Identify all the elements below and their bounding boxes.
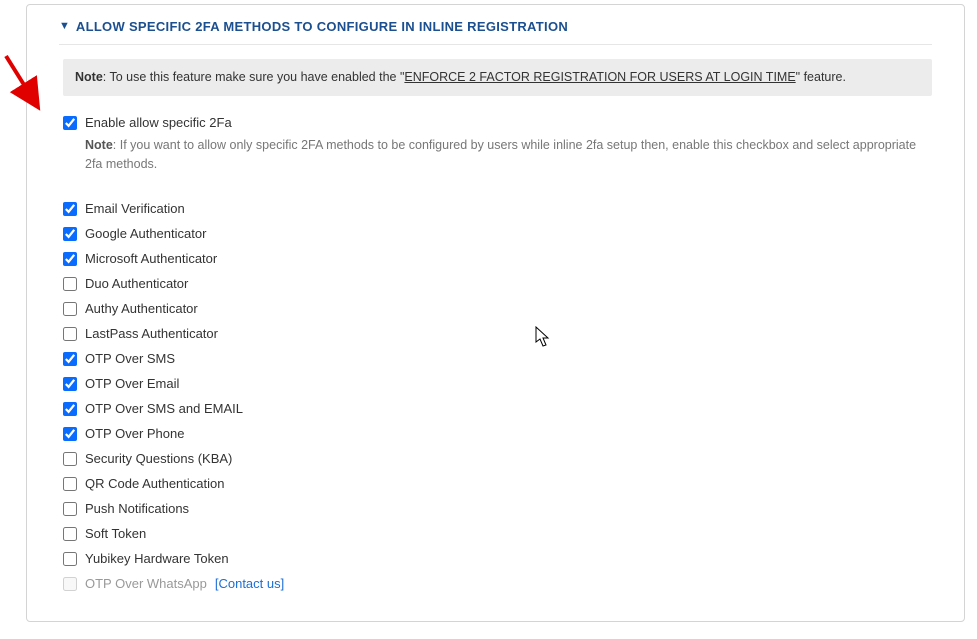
method-label: Yubikey Hardware Token (85, 551, 229, 566)
panel-header[interactable]: ▼ ALLOW SPECIFIC 2FA METHODS TO CONFIGUR… (59, 19, 932, 34)
settings-panel: ▼ ALLOW SPECIFIC 2FA METHODS TO CONFIGUR… (26, 4, 965, 622)
enable-specific-2fa-checkbox[interactable] (63, 116, 77, 130)
enable-specific-2fa-row: Enable allow specific 2Fa (63, 114, 932, 132)
method-label: Google Authenticator (85, 226, 206, 241)
method-label: Authy Authenticator (85, 301, 198, 316)
method-checkbox[interactable] (63, 552, 77, 566)
method-row: Yubikey Hardware Token (63, 551, 932, 566)
method-row: LastPass Authenticator (63, 326, 932, 341)
method-row: Authy Authenticator (63, 301, 932, 316)
method-row: Soft Token (63, 526, 932, 541)
enable-note: Note: If you want to allow only specific… (85, 136, 932, 174)
enable-note-text: : If you want to allow only specific 2FA… (85, 138, 916, 171)
method-checkbox[interactable] (63, 202, 77, 216)
method-checkbox[interactable] (63, 452, 77, 466)
note-label: Note (75, 70, 103, 84)
method-checkbox[interactable] (63, 377, 77, 391)
method-label: OTP Over Email (85, 376, 179, 391)
method-checkbox[interactable] (63, 427, 77, 441)
method-checkbox[interactable] (63, 477, 77, 491)
method-row: OTP Over Email (63, 376, 932, 391)
method-row: OTP Over Phone (63, 426, 932, 441)
method-row: QR Code Authentication (63, 476, 932, 491)
method-checkbox[interactable] (63, 402, 77, 416)
method-label: Push Notifications (85, 501, 189, 516)
method-row: Security Questions (KBA) (63, 451, 932, 466)
method-label: Duo Authenticator (85, 276, 188, 291)
method-checkbox[interactable] (63, 527, 77, 541)
enable-specific-2fa-label: Enable allow specific 2Fa (85, 114, 232, 132)
contact-us-link[interactable]: [Contact us] (215, 576, 284, 591)
enforce-registration-link[interactable]: ENFORCE 2 FACTOR REGISTRATION FOR USERS … (404, 70, 795, 84)
collapse-triangle-icon: ▼ (59, 21, 70, 32)
method-checkbox[interactable] (63, 277, 77, 291)
method-row: Google Authenticator (63, 226, 932, 241)
method-label: OTP Over SMS and EMAIL (85, 401, 243, 416)
method-row: Microsoft Authenticator (63, 251, 932, 266)
panel-title: ALLOW SPECIFIC 2FA METHODS TO CONFIGURE … (76, 19, 568, 34)
method-label: LastPass Authenticator (85, 326, 218, 341)
divider (59, 44, 932, 45)
note-suffix: " feature. (796, 70, 846, 84)
method-row: Push Notifications (63, 501, 932, 516)
method-checkbox[interactable] (63, 302, 77, 316)
method-label: OTP Over WhatsApp (85, 576, 207, 591)
method-label: OTP Over Phone (85, 426, 184, 441)
method-label: Microsoft Authenticator (85, 251, 217, 266)
method-row: OTP Over WhatsApp [Contact us] (63, 576, 932, 591)
note-bar: Note: To use this feature make sure you … (63, 59, 932, 96)
method-checkbox[interactable] (63, 252, 77, 266)
method-checkbox[interactable] (63, 502, 77, 516)
note-prefix: : To use this feature make sure you have… (103, 70, 405, 84)
method-checkbox (63, 577, 77, 591)
method-label: Security Questions (KBA) (85, 451, 232, 466)
methods-list: Email Verification Google Authenticator Mi… (63, 201, 932, 591)
method-label: Soft Token (85, 526, 146, 541)
method-checkbox[interactable] (63, 327, 77, 341)
method-label: OTP Over SMS (85, 351, 175, 366)
enable-note-label: Note (85, 138, 113, 152)
method-row: Duo Authenticator (63, 276, 932, 291)
method-label: Email Verification (85, 201, 185, 216)
method-row: OTP Over SMS (63, 351, 932, 366)
method-label: QR Code Authentication (85, 476, 224, 491)
method-checkbox[interactable] (63, 352, 77, 366)
method-checkbox[interactable] (63, 227, 77, 241)
method-row: Email Verification (63, 201, 932, 216)
method-row: OTP Over SMS and EMAIL (63, 401, 932, 416)
